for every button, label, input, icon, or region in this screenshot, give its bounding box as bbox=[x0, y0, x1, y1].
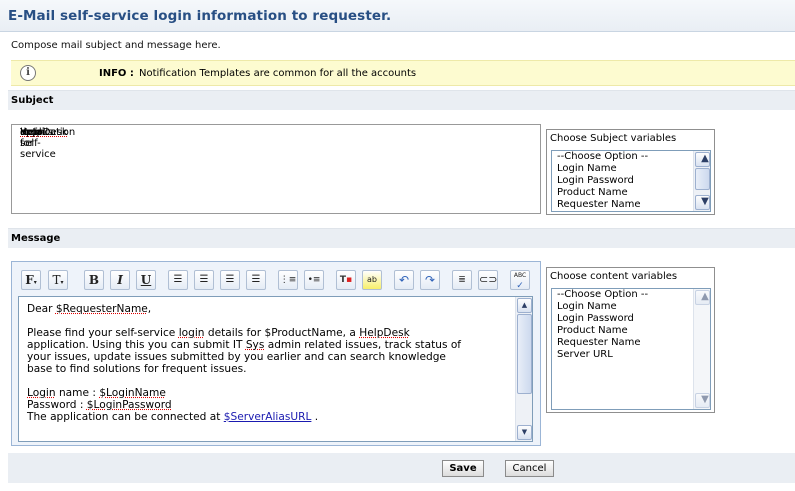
list-item[interactable]: Login Password bbox=[552, 313, 710, 325]
form-footer: Save Cancel bbox=[8, 453, 795, 483]
server-url-link[interactable]: $ServerAliasURL bbox=[224, 411, 312, 423]
scroll-down-icon[interactable]: ▼ bbox=[695, 195, 710, 210]
page-title: E-Mail self-service login information to… bbox=[8, 8, 392, 24]
align-left-icon[interactable]: ☰ bbox=[168, 270, 188, 290]
content-variables-scrollbar[interactable]: ▲ ▼ bbox=[693, 289, 710, 409]
scroll-down-icon[interactable]: ▼ bbox=[695, 393, 710, 408]
subject-input[interactable]: Your self-service login details for Help… bbox=[11, 124, 541, 214]
list-item[interactable]: Product Name bbox=[552, 325, 710, 337]
cancel-button[interactable]: Cancel bbox=[505, 460, 554, 477]
bulleted-list-icon[interactable]: •≡ bbox=[304, 270, 324, 290]
list-item[interactable]: Server URL bbox=[552, 349, 710, 361]
save-button[interactable]: Save bbox=[442, 460, 484, 477]
font-size-icon[interactable]: T▾ bbox=[48, 270, 68, 290]
font-family-icon[interactable]: F▾ bbox=[21, 270, 41, 290]
align-center-icon[interactable]: ☰ bbox=[194, 270, 214, 290]
message-scrollbar[interactable]: ▲ ▼ bbox=[515, 297, 532, 441]
list-item[interactable]: Login Name bbox=[552, 163, 710, 175]
subject-section-label: Subject bbox=[11, 95, 54, 106]
message-section-label: Message bbox=[11, 233, 61, 244]
align-right-icon[interactable]: ☰ bbox=[220, 270, 240, 290]
info-text: Notification Templates are common for al… bbox=[139, 68, 417, 79]
info-label: INFO : bbox=[99, 68, 134, 79]
subject-section-header: Subject bbox=[8, 90, 795, 110]
highlight-icon[interactable]: ab bbox=[362, 270, 382, 290]
subject-variables-scrollbar[interactable]: ▲ ▼ bbox=[693, 151, 710, 211]
list-item[interactable]: Requester Name bbox=[552, 337, 710, 349]
list-item[interactable]: Requester Name bbox=[552, 199, 710, 211]
redo-icon[interactable]: ↷ bbox=[420, 270, 440, 290]
list-item[interactable]: --Choose Option -- bbox=[552, 289, 710, 301]
info-icon: i bbox=[20, 65, 36, 81]
link-icon[interactable]: ⊂⊃ bbox=[478, 270, 498, 290]
align-justify-icon[interactable]: ☰ bbox=[246, 270, 266, 290]
message-section-header: Message bbox=[8, 228, 795, 248]
content-variables-list[interactable]: --Choose Option -- Login Name Login Pass… bbox=[551, 288, 711, 410]
scroll-down-icon[interactable]: ▼ bbox=[517, 425, 532, 440]
list-item[interactable]: Login Name bbox=[552, 301, 710, 313]
text-color-icon[interactable]: T▪ bbox=[336, 270, 356, 290]
message-body-text: Dear $RequesterName, Please find your se… bbox=[27, 303, 462, 423]
spell-check-icon[interactable]: ABC ✓ bbox=[510, 270, 530, 291]
horizontal-rule-icon[interactable]: ≣ bbox=[452, 270, 472, 290]
content-variables-group: Choose content variables --Choose Option… bbox=[546, 267, 715, 413]
list-item[interactable]: Login Password bbox=[552, 175, 710, 187]
subject-variables-caption: Choose Subject variables bbox=[550, 133, 677, 144]
list-item[interactable]: --Choose Option -- bbox=[552, 151, 710, 163]
subject-variables-list[interactable]: --Choose Option -- Login Name Login Pass… bbox=[551, 150, 711, 212]
bold-icon[interactable]: B bbox=[84, 270, 104, 290]
undo-icon[interactable]: ↶ bbox=[394, 270, 414, 290]
list-item[interactable]: Product Name bbox=[552, 187, 710, 199]
numbered-list-icon[interactable]: ⋮≡ bbox=[278, 270, 298, 290]
scroll-thumb[interactable] bbox=[695, 168, 710, 190]
message-body-input[interactable]: Dear $RequesterName, Please find your se… bbox=[18, 296, 533, 442]
subject-variables-group: Choose Subject variables --Choose Option… bbox=[546, 129, 715, 215]
scroll-thumb[interactable] bbox=[517, 314, 532, 394]
info-banner: i INFO : Notification Templates are comm… bbox=[11, 60, 795, 86]
compose-instruction: Compose mail subject and message here. bbox=[11, 40, 221, 51]
italic-icon[interactable]: I bbox=[110, 270, 130, 290]
underline-icon[interactable]: U bbox=[136, 270, 156, 290]
content-variables-caption: Choose content variables bbox=[550, 271, 678, 282]
scroll-up-icon[interactable]: ▲ bbox=[695, 290, 710, 305]
message-editor: F▾ T▾ B I U ☰ ☰ ☰ ☰ ⋮≡ •≡ T▪ ab ↶ ↷ ≣ ⊂⊃… bbox=[11, 261, 541, 446]
title-bar: E-Mail self-service login information to… bbox=[0, 0, 795, 32]
scroll-up-icon[interactable]: ▲ bbox=[517, 298, 532, 313]
editor-toolbar: F▾ T▾ B I U ☰ ☰ ☰ ☰ ⋮≡ •≡ T▪ ab ↶ ↷ ≣ ⊂⊃… bbox=[12, 262, 540, 296]
scroll-up-icon[interactable]: ▲ bbox=[695, 152, 710, 167]
